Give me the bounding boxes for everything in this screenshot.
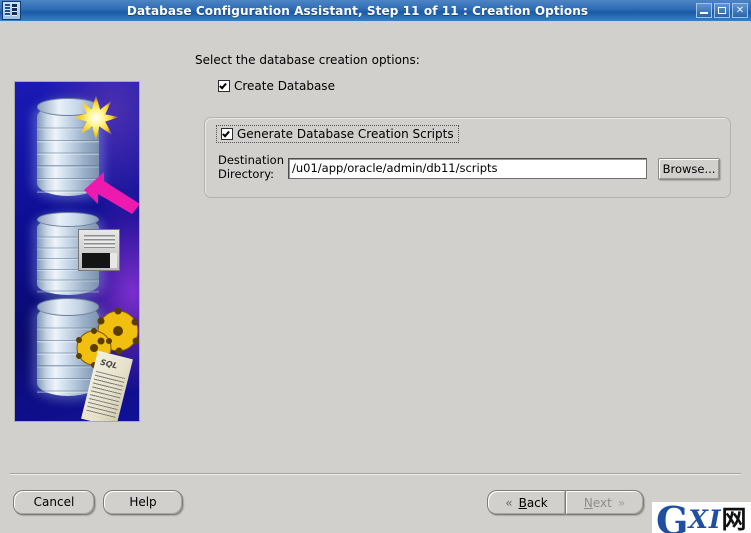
banner-image: SQL [14, 81, 140, 422]
checkbox-generate-scripts-label: Generate Database Creation Scripts [237, 127, 454, 141]
browse-button[interactable]: Browse... [658, 158, 720, 180]
window-controls: ✕ [694, 3, 748, 18]
sql-label: SQL [99, 357, 119, 371]
dbca-window: Database Configuration Assistant, Step 1… [0, 0, 751, 533]
app-icon [2, 1, 21, 20]
maximize-button[interactable] [714, 3, 730, 18]
chevron-right-icon: » [617, 495, 626, 510]
help-button[interactable]: Help [103, 490, 183, 515]
destination-directory-input[interactable]: /u01/app/oracle/admin/db11/scripts [288, 158, 647, 179]
page-title: Select the database creation options: [195, 53, 420, 67]
back-button[interactable]: « Back [487, 490, 566, 515]
chevron-left-icon: « [505, 495, 513, 510]
destination-label-line2: Directory: [218, 167, 275, 181]
watermark: G XI 网 system.com [652, 502, 751, 533]
window-title: Database Configuration Assistant, Step 1… [126, 3, 589, 18]
close-icon[interactable]: ✕ [732, 3, 748, 18]
checkbox-create-database-label: Create Database [234, 79, 335, 93]
minimize-button[interactable] [696, 3, 712, 18]
cancel-button[interactable]: Cancel [13, 490, 95, 515]
watermark-letter-g: G [656, 502, 689, 533]
footer-separator [10, 473, 741, 475]
watermark-cjk-glyph: 网 [721, 505, 747, 533]
checkmark-icon[interactable] [221, 128, 233, 140]
back-label-rest: ack [526, 495, 548, 510]
watermark-letters-xi: XI [688, 505, 722, 533]
checkbox-generate-scripts[interactable]: Generate Database Creation Scripts [216, 125, 459, 143]
destination-directory-label: Destination Directory: [218, 153, 284, 181]
floppy-disk-icon [78, 229, 120, 271]
content-area: SQL Select the database creation options… [0, 21, 751, 533]
magenta-arrow-icon [84, 172, 139, 214]
back-button-label: Back [518, 495, 548, 510]
navigation-buttons: « Back Next » [487, 490, 645, 515]
checkbox-create-database[interactable]: Create Database [218, 79, 335, 93]
next-button-label: Next [583, 495, 612, 510]
script-lines [85, 370, 126, 421]
watermark-logo: G XI 网 [656, 502, 747, 533]
destination-label-line1: Destination [218, 153, 284, 167]
title-bar: Database Configuration Assistant, Step 1… [0, 0, 751, 22]
next-label-rest: ext [592, 495, 612, 510]
next-button[interactable]: Next » [565, 490, 644, 515]
checkmark-icon[interactable] [218, 80, 230, 92]
